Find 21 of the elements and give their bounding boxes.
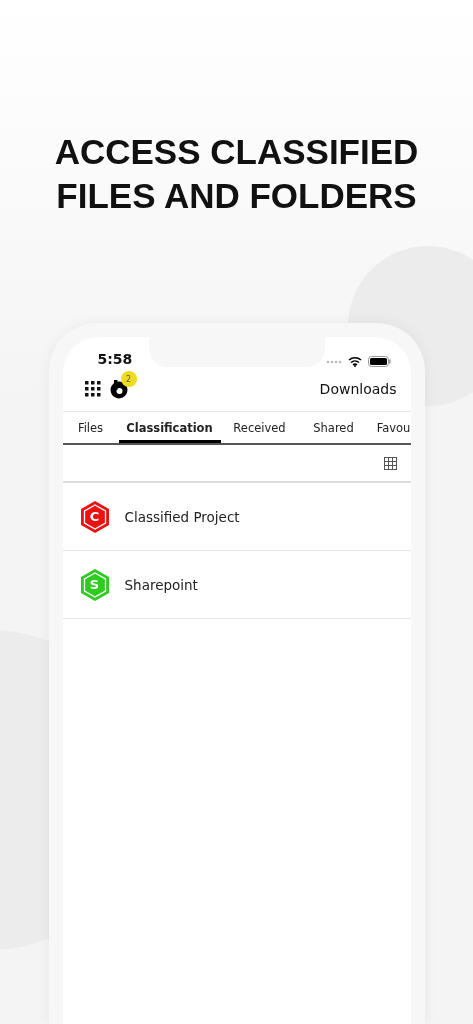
grid-view-icon[interactable] (383, 456, 397, 470)
tab[interactable]: Favou (368, 412, 411, 443)
battery-icon (367, 356, 391, 367)
badge-letter: S (88, 576, 101, 594)
headline: ACCESS CLASSIFIED (54, 131, 419, 173)
tab[interactable]: Shared (298, 412, 369, 443)
tab[interactable]: Classification (118, 412, 221, 443)
tab[interactable]: Received (220, 412, 299, 443)
list-row[interactable]: S Sharepoint (62, 551, 411, 619)
tab[interactable]: Files (62, 412, 119, 443)
apps-grid-icon[interactable] (84, 381, 101, 397)
signal-icon (325, 359, 342, 364)
item-name: Classified Project (124, 508, 240, 525)
headline: FILES AND FOLDERS (56, 175, 417, 217)
item-name: Sharepoint (124, 576, 198, 593)
status-time: 5:58 (97, 351, 133, 367)
wifi-icon (347, 356, 362, 367)
list-row[interactable]: C Classified Project (62, 483, 411, 551)
notification-badge: 2 (120, 371, 137, 387)
downloads-title: Downloads (319, 381, 397, 397)
badge-letter: C (88, 508, 101, 526)
